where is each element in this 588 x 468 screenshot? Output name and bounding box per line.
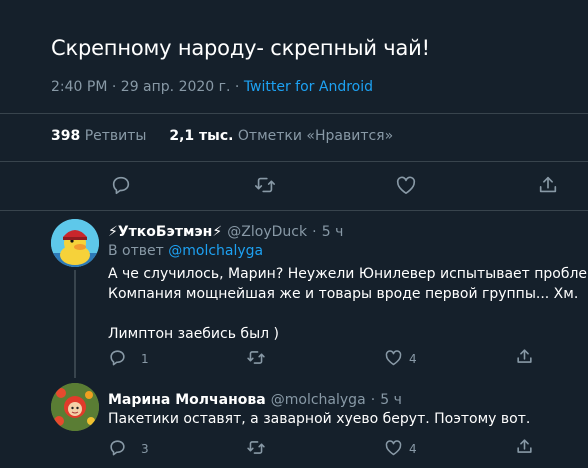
reply-icon[interactable] [108,348,132,372]
reply-line: А че случилось, Марин? Неужели Юнилевер … [108,266,588,282]
like-icon[interactable] [384,439,408,463]
reply-header: Марина Молчанова @molchalyga · 5 ч [108,389,402,408]
reply-icon[interactable] [110,174,134,198]
retweet-icon[interactable] [246,438,270,462]
reply-line: Пакетики оставят, а заварной хуево берут… [108,411,531,427]
likes-count: 2,1 тыс. [169,128,234,144]
reply-text: А че случилось, Марин? Неужели Юнилевер … [108,264,588,344]
reply-line: Лимптон заебись был ) [108,326,279,342]
like-count: 4 [409,352,417,366]
author-name[interactable]: ⚡УткоБэтмэн⚡ [108,224,222,240]
in-reply-prefix: В ответ [108,243,164,259]
in-reply-to: В ответ @molchalyga [108,243,263,259]
reply-icon[interactable] [108,438,132,462]
reply-time[interactable]: 5 ч [322,224,344,240]
likes-stat[interactable]: 2,1 тыс. Отметки «Нравится» [169,128,393,144]
share-icon[interactable] [515,437,539,461]
like-icon[interactable] [395,175,419,199]
thread-line [74,270,76,378]
meta-separator: · [370,392,376,408]
tweet-meta: 2:40 PM · 29 апр. 2020 г. · Twitter for … [51,79,373,95]
divider [0,113,588,114]
reply-line [108,304,588,324]
meta-separator: · [234,79,240,95]
like-count: 4 [409,442,417,456]
tweet-time[interactable]: 2:40 PM [51,79,107,95]
reply-header: ⚡УткоБэтмэн⚡ @ZloyDuck · 5 ч [108,221,343,240]
tweet-source[interactable]: Twitter for Android [244,79,373,95]
retweet-icon[interactable] [246,348,270,372]
share-icon[interactable] [537,174,561,198]
tweet-text: Скрепному народу- скрепный чай! [51,36,430,60]
retweets-label: Ретвиты [84,128,147,144]
tweet-stats: 398 Ретвиты 2,1 тыс. Отметки «Нравится» [51,128,393,144]
share-icon[interactable] [515,347,539,371]
retweets-count: 398 [51,128,81,144]
avatar[interactable] [51,219,99,267]
meta-separator: · [312,224,317,240]
reply-time[interactable]: 5 ч [380,392,402,408]
reply-text: Пакетики оставят, а заварной хуево берут… [108,409,530,429]
in-reply-handle[interactable]: @molchalyga [168,243,263,259]
tweet-date[interactable]: 29 апр. 2020 г. [121,79,231,95]
divider [0,210,588,211]
author-handle[interactable]: @ZloyDuck [227,224,307,240]
meta-separator: · [111,79,117,95]
divider [0,161,588,162]
like-icon[interactable] [384,349,408,373]
author-name[interactable]: Марина Молчанова [108,392,266,408]
retweet-icon[interactable] [253,174,277,198]
retweets-stat[interactable]: 398 Ретвиты [51,128,146,144]
reply-line: Компания мощнейшая же и товары вроде пер… [108,286,579,302]
likes-label: Отметки «Нравится» [237,128,394,144]
avatar[interactable] [51,383,99,431]
reply-count: 1 [141,352,149,366]
reply-count: 3 [141,442,149,456]
author-handle[interactable]: @molchalyga [271,392,366,408]
